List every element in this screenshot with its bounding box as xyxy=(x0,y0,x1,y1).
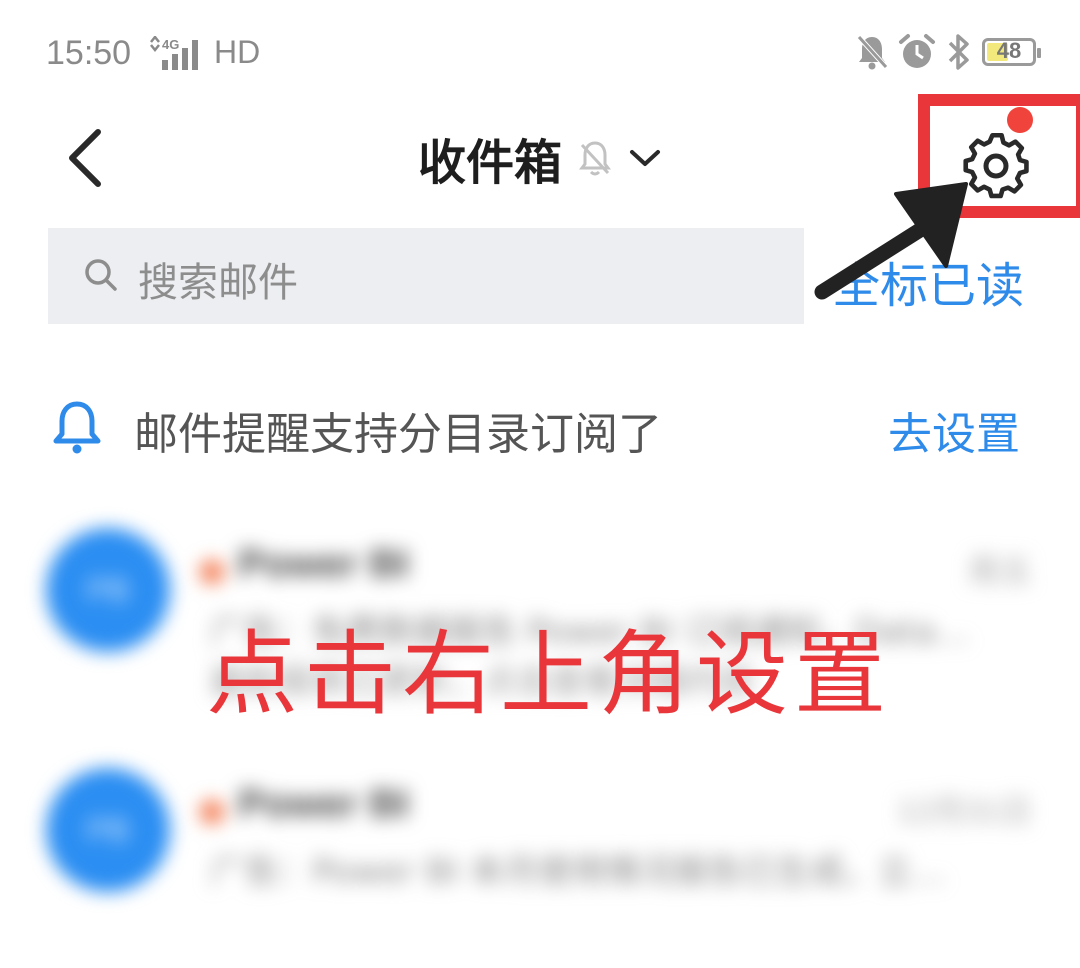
highlight-box xyxy=(918,94,1080,218)
avatar: PB xyxy=(46,768,170,892)
mail-time: 周五 xyxy=(967,553,1032,589)
notice-text: 邮件提醒支持分目录订阅了 xyxy=(134,409,662,460)
svg-text:4G: 4G xyxy=(162,37,179,52)
annotation-text: 点击右上角设置 xyxy=(206,621,893,728)
search-icon xyxy=(85,259,117,291)
bluetooth-icon xyxy=(948,34,969,70)
status-bar: 15:50 4G HD 48 xyxy=(0,0,1080,100)
back-button[interactable] xyxy=(60,126,110,190)
bell-off-icon xyxy=(579,141,612,176)
alarm-icon xyxy=(899,34,935,68)
search-placeholder: 搜索邮件 xyxy=(138,260,298,306)
mark-all-read-button[interactable]: 全标已读 xyxy=(832,246,1024,316)
avatar: PB xyxy=(46,528,170,652)
battery-text: 48 xyxy=(996,38,1022,63)
search-input[interactable]: 搜索邮件 xyxy=(48,228,804,324)
hd-indicator: HD xyxy=(214,34,261,70)
unread-dot xyxy=(200,800,224,824)
mail-sender: Power BI xyxy=(238,782,410,826)
page-title: 收件箱 xyxy=(418,135,563,191)
chevron-down-icon xyxy=(630,150,661,166)
mail-time: 12月31日 xyxy=(896,793,1032,829)
signal-icon: 4G xyxy=(150,36,198,70)
mute-icon xyxy=(857,35,888,70)
chevron-left-icon xyxy=(69,129,101,187)
unread-dot xyxy=(200,560,224,584)
status-icons: 48 xyxy=(856,32,1041,72)
mail-sender: Power BI xyxy=(238,542,410,586)
notice-settings-link[interactable]: 去设置 xyxy=(888,398,1020,462)
bell-icon xyxy=(53,401,101,454)
folder-selector[interactable]: 收件箱 xyxy=(418,128,662,191)
battery-icon: 48 xyxy=(982,38,1041,66)
status-time: 15:50 xyxy=(46,34,132,72)
mail-item[interactable]: PB Power BI 12月31日 广告：Power BI 本月使用情况报告已… xyxy=(0,768,1080,968)
notice-bar: 邮件提醒支持分目录订阅了 去设置 xyxy=(0,380,1080,470)
